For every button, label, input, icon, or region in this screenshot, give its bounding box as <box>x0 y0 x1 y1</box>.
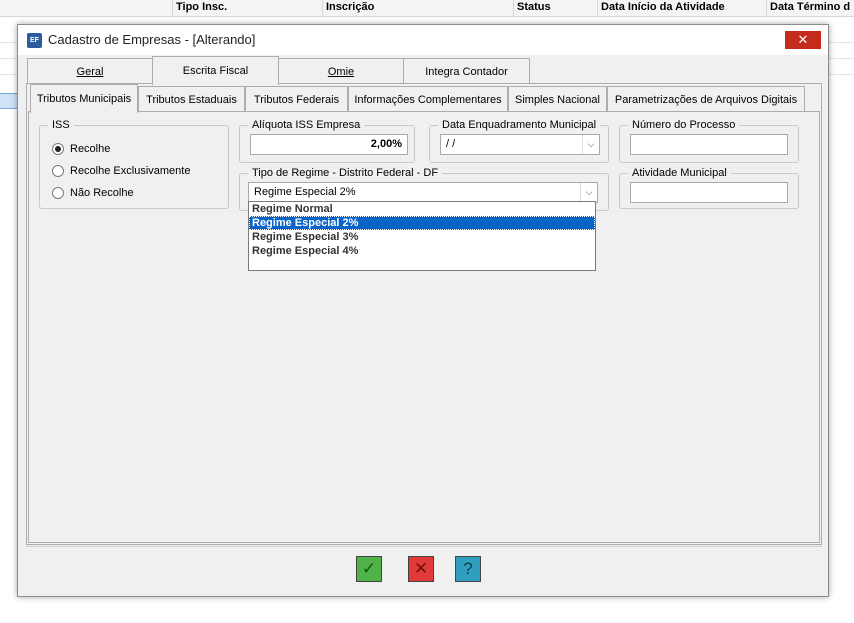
tab-label: Tributos Estaduais <box>146 93 237 106</box>
help-button[interactable]: ? <box>455 556 481 582</box>
option-regime-especial-2[interactable]: Regime Especial 2% <box>249 216 595 230</box>
tab-escrita-fiscal[interactable]: Escrita Fiscal <box>152 56 279 85</box>
radio-recolhe-exclusivamente[interactable]: Recolhe Exclusivamente <box>52 165 190 177</box>
radio-checked-icon[interactable] <box>52 143 64 155</box>
option-regime-especial-4[interactable]: Regime Especial 4% <box>249 244 595 258</box>
grid-col-separator <box>597 0 598 17</box>
tab-tributos-estaduais[interactable]: Tributos Estaduais <box>138 86 245 112</box>
app-icon: EF <box>27 33 42 48</box>
grid-col-separator <box>766 0 767 17</box>
numero-processo-legend: Número do Processo <box>628 119 740 131</box>
data-enquadramento-legend: Data Enquadramento Municipal <box>438 119 601 131</box>
aliquota-legend: Alíquota ISS Empresa <box>248 119 365 131</box>
tipo-regime-dropdown-list: Regime Normal Regime Especial 2% Regime … <box>248 201 596 271</box>
dialog-title: Cadastro de Empresas - [Alterando] <box>48 32 256 47</box>
atividade-municipal-input[interactable] <box>630 182 788 203</box>
tab-label: Simples Nacional <box>515 93 600 106</box>
tab-simples-nacional[interactable]: Simples Nacional <box>508 86 607 112</box>
radio-nao-recolhe[interactable]: Não Recolhe <box>52 187 134 199</box>
tipo-regime-select[interactable]: Regime Especial 2% ⌵ <box>248 182 598 203</box>
numero-processo-input[interactable] <box>630 134 788 155</box>
grid-header: Tipo Insc. Inscrição Status Data Início … <box>0 0 854 17</box>
tab-parametrizacoes-arquivos-digitais[interactable]: Parametrizações de Arquivos Digitais <box>607 86 805 112</box>
close-button[interactable]: ✕ <box>785 31 821 49</box>
tab-label: Escrita Fiscal <box>182 65 249 77</box>
check-icon: ✓ <box>361 559 377 578</box>
cadastro-empresas-dialog: EF Cadastro de Empresas - [Alterando] ✕ … <box>17 24 829 597</box>
grid-col-data-inicio[interactable]: Data Início da Atividade <box>601 1 725 13</box>
radio-recolhe[interactable]: Recolhe <box>52 143 110 155</box>
footer-separator <box>26 546 822 547</box>
iss-legend: ISS <box>48 119 74 131</box>
option-regime-especial-3[interactable]: Regime Especial 3% <box>249 230 595 244</box>
tab-informacoes-complementares[interactable]: Informações Complementares <box>348 86 508 112</box>
tab-integra-contador[interactable]: Integra Contador <box>403 58 530 84</box>
aliquota-iss-group: Alíquota ISS Empresa 2,00% <box>239 119 415 163</box>
tab-label: Geral <box>76 65 104 78</box>
confirm-button[interactable]: ✓ <box>356 556 382 582</box>
data-enquadramento-input[interactable]: / / ⌵ <box>440 134 600 155</box>
numero-processo-group: Número do Processo <box>619 119 799 163</box>
selected-value: Regime Especial 2% <box>254 186 356 198</box>
tab-geral[interactable]: Geral <box>27 58 153 84</box>
radio-unchecked-icon[interactable] <box>52 165 64 177</box>
aliquota-iss-input[interactable]: 2,00% <box>250 134 408 155</box>
question-icon: ? <box>463 559 473 578</box>
date-value: / / <box>446 138 456 150</box>
data-enquadramento-group: Data Enquadramento Municipal / / ⌵ <box>429 119 609 163</box>
tab-label: Tributos Municipais <box>36 93 132 105</box>
grid-col-data-termino[interactable]: Data Término d <box>770 1 850 13</box>
atividade-municipal-group: Atividade Municipal <box>619 167 799 209</box>
tab-label: Integra Contador <box>425 65 508 78</box>
cancel-button[interactable]: ✕ <box>408 556 434 582</box>
tab-label: Omie <box>327 65 355 78</box>
grid-col-status[interactable]: Status <box>517 1 551 13</box>
option-regime-normal[interactable]: Regime Normal <box>249 202 595 216</box>
radio-unchecked-icon[interactable] <box>52 187 64 199</box>
iss-group: ISS Recolhe Recolhe Exclusivamente Não R… <box>39 119 229 209</box>
radio-label: Não Recolhe <box>70 187 134 199</box>
title-bar[interactable]: EF Cadastro de Empresas - [Alterando] ✕ <box>18 25 828 55</box>
tab-label: Parametrizações de Arquivos Digitais <box>614 93 798 106</box>
tab-omie[interactable]: Omie <box>278 58 404 84</box>
atividade-municipal-legend: Atividade Municipal <box>628 167 731 179</box>
tab-label: Informações Complementares <box>354 93 502 106</box>
grid-col-separator <box>322 0 323 17</box>
grid-col-separator <box>513 0 514 17</box>
chevron-down-icon[interactable]: ⌵ <box>582 135 599 154</box>
radio-label: Recolhe Exclusivamente <box>70 165 191 177</box>
chevron-down-icon[interactable]: ⌵ <box>580 183 597 202</box>
grid-col-inscricao[interactable]: Inscrição <box>326 1 374 13</box>
grid-col-tipo-insc[interactable]: Tipo Insc. <box>176 1 227 13</box>
tab-tributos-federais[interactable]: Tributos Federais <box>245 86 348 112</box>
radio-label: Recolhe <box>70 143 111 155</box>
grid-col-separator <box>172 0 173 17</box>
tab-label: Tributos Federais <box>253 93 340 106</box>
tipo-regime-legend: Tipo de Regime - Distrito Federal - DF <box>248 167 443 179</box>
grid-selected-row[interactable] <box>0 93 18 109</box>
tab-tributos-municipais[interactable]: Tributos Municipais <box>30 84 138 113</box>
x-icon: ✕ <box>413 559 429 578</box>
